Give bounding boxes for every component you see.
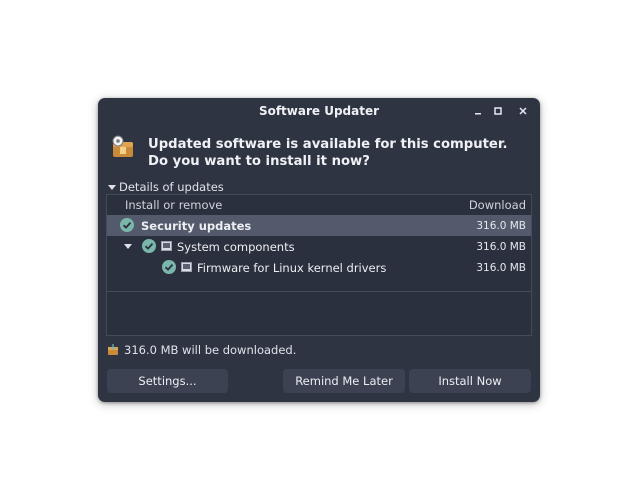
maximize-button[interactable]: [490, 103, 506, 119]
close-icon: [519, 107, 527, 115]
title-bar[interactable]: Software Updater: [98, 98, 540, 124]
row-label: System components: [177, 240, 295, 254]
package-icon: [161, 241, 172, 251]
expander-arrow-icon: [108, 184, 116, 190]
package-updater-icon: [112, 135, 133, 157]
checkbox-checked-icon[interactable]: [120, 218, 134, 232]
software-updater-window: Software Updater Updated software is ava…: [98, 98, 540, 402]
row-size: 316.0 MB: [476, 220, 526, 232]
tree-row-firmware[interactable]: Firmware for Linux kernel drivers 316.0 …: [107, 257, 531, 278]
column-download[interactable]: Download: [469, 198, 526, 212]
minimize-button[interactable]: [470, 103, 486, 119]
remind-me-later-button[interactable]: Remind Me Later: [283, 369, 405, 393]
expand-arrow-icon[interactable]: [124, 244, 132, 249]
updates-tree: Install or remove Download Security upda…: [106, 194, 532, 336]
summary-text: 316.0 MB will be downloaded.: [124, 343, 297, 357]
close-button[interactable]: [515, 103, 531, 119]
details-label: Details of updates: [119, 180, 224, 194]
settings-button[interactable]: Settings...: [107, 369, 228, 393]
minimize-icon: [475, 113, 481, 115]
package-download-icon: [108, 344, 118, 355]
row-label: Firmware for Linux kernel drivers: [197, 261, 387, 275]
tree-divider: [107, 291, 531, 292]
package-icon: [181, 262, 192, 272]
column-install[interactable]: Install or remove: [125, 198, 222, 212]
details-expander[interactable]: Details of updates: [108, 180, 224, 194]
tree-row-security-updates[interactable]: Security updates 316.0 MB: [107, 215, 531, 236]
checkbox-checked-icon[interactable]: [162, 260, 176, 274]
row-size: 316.0 MB: [476, 241, 526, 253]
update-message: Updated software is available for this c…: [148, 137, 508, 169]
tree-header: Install or remove Download: [107, 195, 531, 216]
install-now-button[interactable]: Install Now: [409, 369, 531, 393]
row-label: Security updates: [141, 219, 252, 233]
checkbox-checked-icon[interactable]: [142, 239, 156, 253]
tree-row-system-components[interactable]: System components 316.0 MB: [107, 236, 531, 257]
maximize-icon: [494, 107, 502, 115]
row-size: 316.0 MB: [476, 262, 526, 274]
download-summary: 316.0 MB will be downloaded.: [107, 343, 296, 357]
